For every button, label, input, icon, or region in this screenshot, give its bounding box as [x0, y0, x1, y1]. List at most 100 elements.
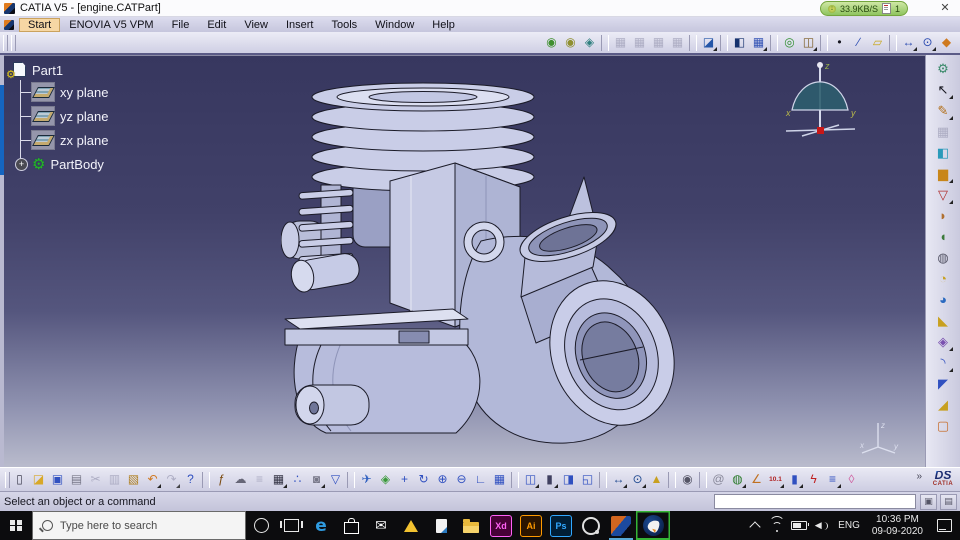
plane-icon[interactable]: ▱: [869, 34, 886, 51]
structure-tree-icon[interactable]: ∴: [289, 471, 306, 488]
menu-tools[interactable]: Tools: [322, 18, 366, 32]
fx-formula-icon[interactable]: ƒ: [213, 471, 230, 488]
start-button[interactable]: [0, 511, 32, 540]
fit-all-icon[interactable]: ◈: [377, 471, 394, 488]
window-arrange-icon-1[interactable]: ▦: [612, 34, 629, 51]
tree-item-xy-plane[interactable]: xy plane: [8, 80, 108, 104]
tree-item-part1[interactable]: ⚙ Part1: [6, 60, 108, 81]
gear-icon[interactable]: ⚙: [934, 59, 953, 78]
status-window-button[interactable]: ▤: [940, 493, 957, 510]
comment-icon[interactable]: ☁: [232, 471, 249, 488]
document-app-button[interactable]: [426, 511, 456, 540]
close-icon[interactable]: ✕: [938, 0, 952, 14]
adobe-xd-button[interactable]: Xd: [486, 511, 516, 540]
eagle-app-button[interactable]: [636, 511, 670, 540]
select-pointer-icon[interactable]: ↖: [934, 80, 953, 99]
chamfer-icon[interactable]: ◤: [934, 374, 953, 393]
swap-space-icon[interactable]: ◱: [579, 471, 596, 488]
tree-item-partbody[interactable]: + ⚙ PartBody: [8, 152, 108, 176]
file-explorer-button[interactable]: [456, 511, 486, 540]
fillet-icon[interactable]: ◝: [934, 353, 953, 372]
save-icon[interactable]: ▣: [49, 471, 66, 488]
filter-icon[interactable]: ▽: [327, 471, 344, 488]
workbench-box-icon[interactable]: ◧: [934, 143, 953, 162]
hide-show-icon[interactable]: ◨: [560, 471, 577, 488]
toolbar-drag-handle[interactable]: [3, 34, 8, 51]
tray-expand-button[interactable]: [744, 520, 766, 533]
menu-help[interactable]: Help: [423, 18, 464, 32]
mass-properties-icon[interactable]: ◆: [938, 34, 955, 51]
yellow-app-button[interactable]: [396, 511, 426, 540]
new-file-icon[interactable]: ▯: [11, 471, 28, 488]
menu-edit[interactable]: Edit: [198, 18, 235, 32]
shading-icon[interactable]: ▮: [541, 471, 558, 488]
measure-between-icon[interactable]: ↔: [900, 34, 917, 51]
adobe-illustrator-button[interactable]: Ai: [516, 511, 546, 540]
groove-icon[interactable]: ◖: [934, 227, 953, 246]
iso-view-icon[interactable]: ◫: [522, 471, 539, 488]
sketch-tools-icon[interactable]: ▦: [934, 122, 953, 141]
loft-icon[interactable]: ◈: [934, 332, 953, 351]
eraser-icon[interactable]: ◊: [843, 471, 860, 488]
cut-icon[interactable]: ✂: [87, 471, 104, 488]
taskbar-clock[interactable]: 10:36 PM 09-09-2020: [866, 514, 929, 538]
document-menu-icon[interactable]: [4, 19, 14, 30]
toolbar-drag-handle[interactable]: [11, 34, 16, 51]
measure-item-icon[interactable]: ⊙: [629, 471, 646, 488]
paste-icon[interactable]: ▧: [125, 471, 142, 488]
copy-icon[interactable]: ▥: [106, 471, 123, 488]
line-icon[interactable]: ∕: [850, 34, 867, 51]
window-arrange-icon-4[interactable]: ▦: [669, 34, 686, 51]
window-arrange-icon-2[interactable]: ▦: [631, 34, 648, 51]
measure-item-icon[interactable]: ⊙: [919, 34, 936, 51]
zoom-area-icon[interactable]: ◎: [781, 34, 798, 51]
notification-center-icon[interactable]: [937, 519, 952, 532]
draft-icon[interactable]: ◢: [934, 395, 953, 414]
slot-icon[interactable]: ◕: [934, 290, 953, 309]
volume-button[interactable]: ◀: [810, 520, 832, 531]
recorder-app-button[interactable]: [576, 511, 606, 540]
engine-model[interactable]: [281, 81, 681, 453]
sketch-plane-icon[interactable]: ◧: [731, 34, 748, 51]
menu-file[interactable]: File: [163, 18, 199, 32]
menu-start[interactable]: Start: [19, 17, 61, 32]
grid-icon[interactable]: ▦: [750, 34, 767, 51]
catalog-browser-icon[interactable]: ◪: [700, 34, 717, 51]
mass-measure-icon[interactable]: ▲: [648, 471, 665, 488]
help-icon[interactable]: ?: [182, 471, 199, 488]
edge-app-button[interactable]: e: [306, 511, 336, 540]
mail-app-button[interactable]: ✉: [366, 511, 396, 540]
open-folder-icon[interactable]: ◪: [30, 471, 47, 488]
multi-view-icon[interactable]: ▦: [491, 471, 508, 488]
window-arrange-icon-3[interactable]: ▦: [650, 34, 667, 51]
shell-icon[interactable]: ▢: [934, 416, 953, 435]
view-compass[interactable]: z x y: [778, 58, 863, 143]
rotate-icon[interactable]: ↻: [415, 471, 432, 488]
redo-icon[interactable]: ↷: [163, 471, 180, 488]
cylinder-icon[interactable]: ▮: [786, 471, 803, 488]
expander-plus-icon[interactable]: +: [15, 157, 28, 171]
view-cube-icon[interactable]: ◫: [800, 34, 817, 51]
menu-view[interactable]: View: [235, 18, 277, 32]
undo-icon[interactable]: ↶: [144, 471, 161, 488]
enovia-manage-icon[interactable]: ◉: [562, 34, 579, 51]
wifi-button[interactable]: [766, 515, 788, 532]
rib-icon[interactable]: ◔: [934, 269, 953, 288]
calculator-icon[interactable]: ▦: [270, 471, 287, 488]
shaft-icon[interactable]: ◗: [934, 206, 953, 225]
3d-viewport[interactable]: ⚙ Part1 xy plane yz plane zx plane + ⚙ P…: [4, 55, 925, 468]
net-speed-widget[interactable]: ↓ 33.9KB/S 1: [819, 1, 908, 16]
list-edit-icon[interactable]: ≡: [824, 471, 841, 488]
tree-item-zx-plane[interactable]: zx plane: [8, 128, 108, 152]
adobe-photoshop-button[interactable]: Ps: [546, 511, 576, 540]
tree-item-yz-plane[interactable]: yz plane: [8, 104, 108, 128]
enovia-save-icon[interactable]: ◉: [543, 34, 560, 51]
enovia-search-icon[interactable]: ◈: [581, 34, 598, 51]
status-doc-button[interactable]: ▣: [920, 493, 937, 510]
zoom-in-icon[interactable]: ⊕: [434, 471, 451, 488]
camera-icon[interactable]: ◉: [679, 471, 696, 488]
cortana-button[interactable]: [246, 511, 276, 540]
battery-button[interactable]: [788, 521, 810, 530]
measure-between-icon[interactable]: ↔: [610, 471, 627, 488]
snap-ratio-icon[interactable]: 10.1: [767, 471, 784, 488]
